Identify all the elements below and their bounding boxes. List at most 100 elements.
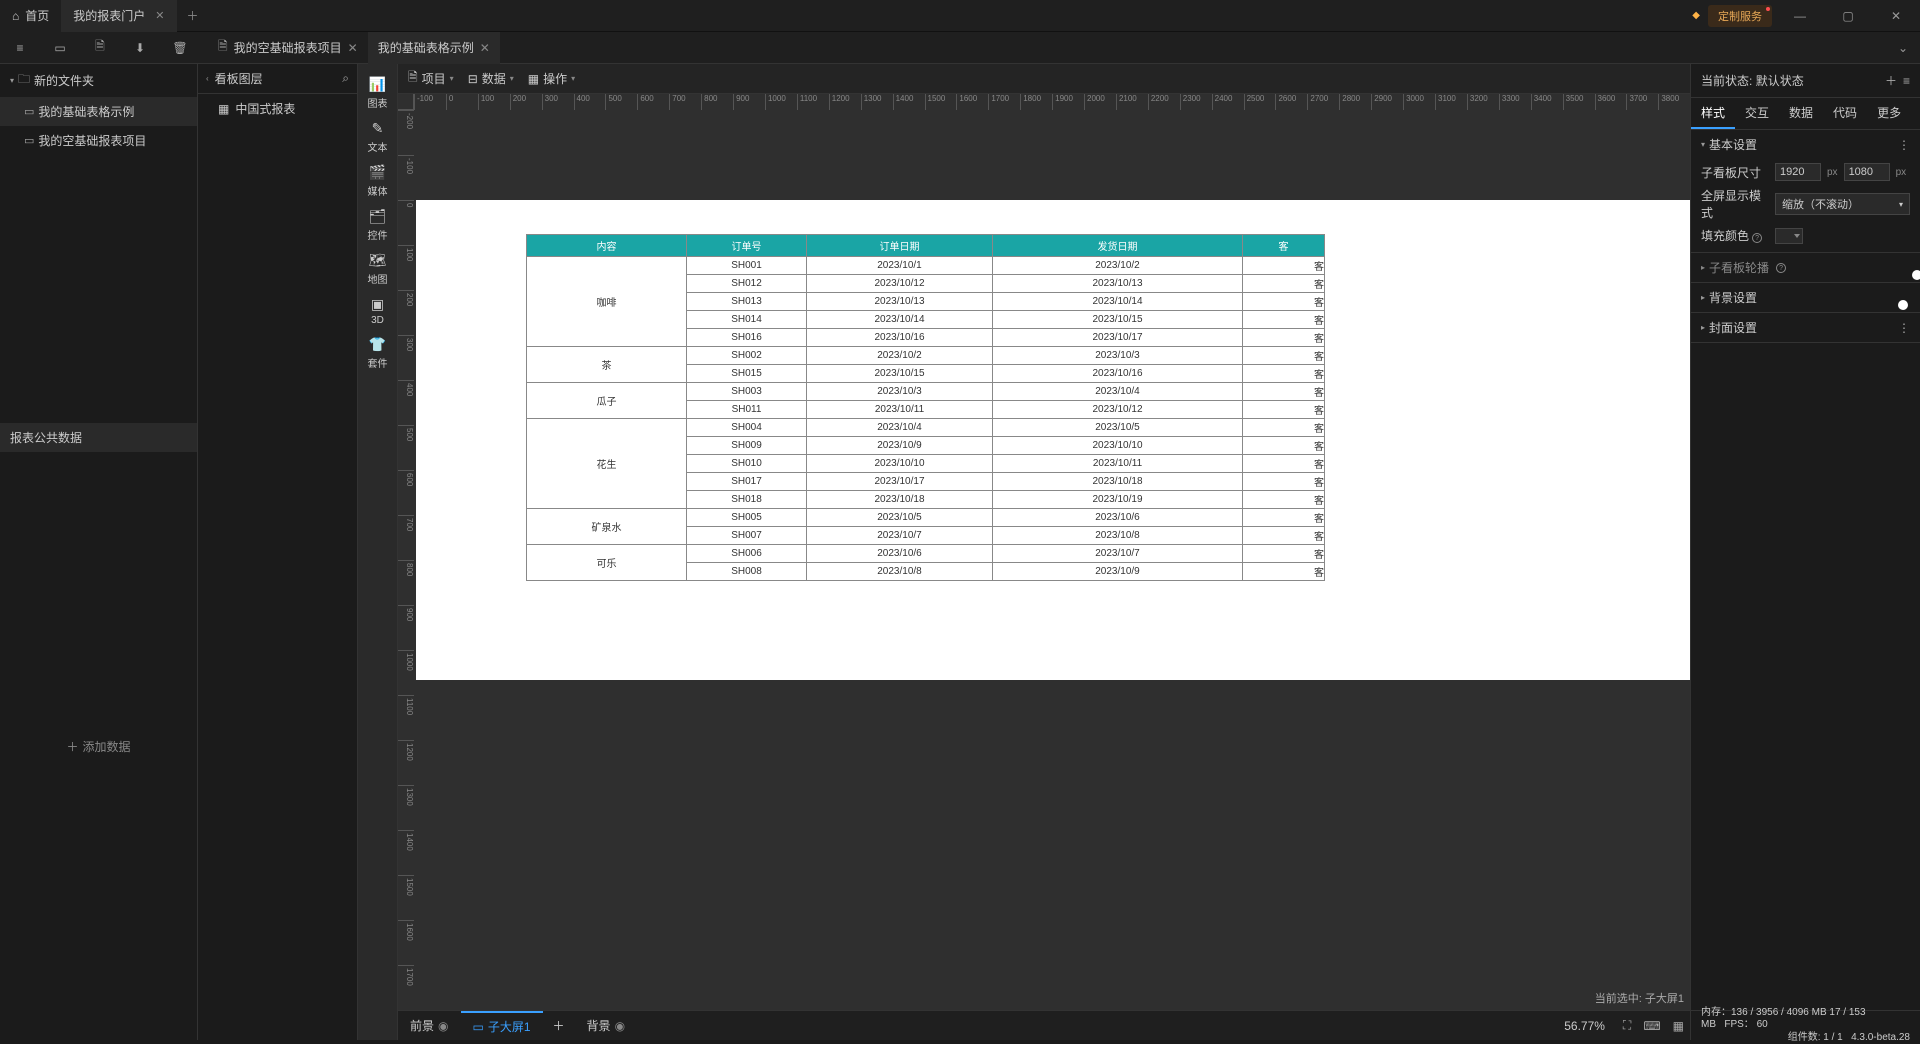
download-button[interactable]: ⬇ bbox=[120, 32, 160, 64]
diamond-icon: ◆ bbox=[1692, 10, 1700, 21]
info-icon[interactable]: ? bbox=[1776, 263, 1786, 273]
tab-style[interactable]: 样式 bbox=[1691, 98, 1735, 129]
ruler-horizontal: -100010020030040050060070080090010001100… bbox=[414, 94, 1690, 110]
file-tab-1[interactable]: 🗎 我的空基础报表项目 ✕ bbox=[208, 32, 368, 64]
ruler-vertical: -200-10001002003004005006007008009001000… bbox=[398, 110, 414, 1010]
ruler-corner bbox=[398, 94, 414, 110]
current-selection: 当前选中: 子大屏1 bbox=[1595, 990, 1684, 1006]
add-screen-button[interactable]: ＋ bbox=[543, 1017, 575, 1034]
state-label: 当前状态: bbox=[1701, 72, 1752, 89]
home-icon: ⌂ bbox=[12, 9, 19, 23]
bottom-tab-foreground[interactable]: 前景 ◉ bbox=[398, 1011, 461, 1041]
tab-interact[interactable]: 交互 bbox=[1735, 98, 1779, 129]
new-tab-button[interactable]: ＋ bbox=[177, 7, 209, 24]
chart-icon: 📊 bbox=[369, 76, 386, 93]
fill-color-swatch[interactable] bbox=[1775, 228, 1803, 244]
add-data-label: 添加数据 bbox=[83, 738, 131, 755]
delete-button[interactable]: 🗑 bbox=[160, 32, 200, 64]
close-window-button[interactable]: ✕ bbox=[1876, 0, 1916, 32]
new-file-button[interactable]: 🗎 bbox=[80, 32, 120, 64]
status-bar: 内存：136 / 3956 / 4096 MB 17 / 153 MB FPS：… bbox=[1691, 1010, 1920, 1040]
minimize-button[interactable]: — bbox=[1780, 0, 1820, 32]
section-cover[interactable]: ▸ 封面设置 ⋮ bbox=[1691, 313, 1920, 342]
section-basic[interactable]: ▾ 基本设置 ⋮ bbox=[1691, 130, 1920, 159]
add-state-button[interactable]: ＋ bbox=[1879, 72, 1903, 89]
fill-label: 填充颜色? bbox=[1701, 227, 1771, 244]
palette-suite[interactable]: 👕套件 bbox=[358, 330, 398, 374]
home-label: 首页 bbox=[25, 7, 49, 24]
width-input[interactable] bbox=[1775, 163, 1821, 181]
data-table[interactable]: 内容订单号订单日期发货日期客咖啡SH0012023/10/12023/10/2客… bbox=[526, 234, 1325, 581]
layer-item-chinese-report[interactable]: ▦ 中国式报表 bbox=[198, 94, 357, 123]
canvas-page[interactable]: 内容订单号订单日期发货日期客咖啡SH0012023/10/12023/10/2客… bbox=[416, 200, 1690, 680]
menu-button[interactable]: ≡ bbox=[0, 32, 40, 64]
tab-home[interactable]: ⌂ 首页 bbox=[0, 0, 61, 32]
palette-text[interactable]: ✎文本 bbox=[358, 114, 398, 158]
folder-label: 新的文件夹 bbox=[34, 72, 94, 89]
eye-icon[interactable]: ◉ bbox=[615, 1019, 625, 1033]
text-icon: ✎ bbox=[372, 120, 384, 137]
section-carousel[interactable]: ▸ 子看板轮播? bbox=[1691, 253, 1920, 282]
sidebar-item-1[interactable]: ▭ 我的基础表格示例 bbox=[0, 97, 197, 126]
more-icon[interactable]: ⋮ bbox=[1898, 321, 1910, 335]
doc-icon: 🗎 bbox=[408, 68, 418, 89]
report-icon: ▦ bbox=[218, 102, 229, 116]
info-icon[interactable]: ? bbox=[1752, 233, 1762, 243]
tab-more[interactable]: 更多 bbox=[1867, 98, 1911, 129]
tab-data[interactable]: 数据 bbox=[1779, 98, 1823, 129]
keyboard-icon[interactable]: ⌨ bbox=[1637, 1019, 1666, 1033]
tab-code[interactable]: 代码 bbox=[1823, 98, 1867, 129]
tab-portal[interactable]: 我的报表门户 ✕ bbox=[61, 0, 176, 32]
canvas[interactable]: -100010020030040050060070080090010001100… bbox=[398, 94, 1690, 1010]
chevron-down-icon: ▾ bbox=[1899, 200, 1903, 209]
menu-data[interactable]: ⊟数据▾ bbox=[468, 70, 514, 87]
folder-root[interactable]: ▾ 🗀 新的文件夹 bbox=[0, 64, 197, 97]
sidebar-item-1-label: 我的基础表格示例 bbox=[38, 103, 134, 120]
close-icon[interactable]: ✕ bbox=[348, 41, 358, 55]
file-icon: ▭ bbox=[24, 105, 34, 118]
grid-icon[interactable]: ▦ bbox=[1667, 1019, 1690, 1033]
close-icon[interactable]: ✕ bbox=[480, 41, 490, 55]
sidebar-item-2[interactable]: ▭ 我的空基础报表项目 bbox=[0, 126, 197, 155]
display-mode-select[interactable]: 缩放（不滚动）▾ bbox=[1775, 193, 1910, 215]
fit-icon[interactable]: ⛶ bbox=[1617, 1018, 1637, 1033]
search-icon[interactable]: ⌕ bbox=[342, 71, 349, 86]
caret-down-icon: ▾ bbox=[1701, 140, 1705, 149]
menu-operation[interactable]: ▦操作▾ bbox=[528, 70, 575, 87]
file-tab-2[interactable]: 我的基础表格示例 ✕ bbox=[368, 32, 500, 64]
caret-right-icon: ▸ bbox=[1701, 293, 1705, 302]
close-icon[interactable]: ✕ bbox=[155, 9, 164, 22]
palette-control[interactable]: 🗂控件 bbox=[358, 202, 398, 246]
file-tab-2-label: 我的基础表格示例 bbox=[378, 39, 474, 56]
grid-icon: ▦ bbox=[528, 72, 539, 86]
menu-project[interactable]: 🗎项目▾ bbox=[408, 68, 454, 89]
custom-service-button[interactable]: 定制服务 bbox=[1708, 5, 1772, 27]
db-icon: ⊟ bbox=[468, 72, 478, 86]
bottom-tab-screen1[interactable]: ▭ 子大屏1 bbox=[461, 1011, 543, 1041]
expand-button[interactable]: ⌄ bbox=[1886, 41, 1920, 55]
public-data-header[interactable]: 报表公共数据 bbox=[0, 423, 197, 452]
map-icon: 🗺 bbox=[369, 252, 387, 269]
open-button[interactable]: ▭ bbox=[40, 32, 80, 64]
state-menu-button[interactable]: ≡ bbox=[1903, 74, 1910, 88]
more-icon[interactable]: ⋮ bbox=[1898, 138, 1910, 152]
portal-label: 我的报表门户 bbox=[73, 7, 145, 24]
zoom-level[interactable]: 56.77% bbox=[1552, 1019, 1617, 1033]
add-data-button[interactable]: ＋ 添加数据 bbox=[0, 452, 197, 1040]
palette-map[interactable]: 🗺地图 bbox=[358, 246, 398, 290]
palette-chart[interactable]: 📊图表 bbox=[358, 70, 398, 114]
media-icon: 🎬 bbox=[369, 164, 386, 181]
plus-icon: ＋ bbox=[66, 738, 78, 755]
eye-icon[interactable]: ◉ bbox=[438, 1019, 448, 1033]
sidebar-item-2-label: 我的空基础报表项目 bbox=[38, 132, 146, 149]
display-label: 全屏显示模式 bbox=[1701, 187, 1771, 221]
bottom-tab-background[interactable]: 背景 ◉ bbox=[575, 1011, 638, 1041]
folder-icon: 🗀 bbox=[18, 70, 30, 91]
height-input[interactable] bbox=[1844, 163, 1890, 181]
section-background[interactable]: ▸ 背景设置 bbox=[1691, 283, 1920, 312]
palette-3d[interactable]: ▣3D bbox=[358, 290, 398, 330]
caret-left-icon[interactable]: ‹ bbox=[206, 74, 209, 83]
suite-icon: 👕 bbox=[369, 336, 386, 353]
palette-media[interactable]: 🎬媒体 bbox=[358, 158, 398, 202]
maximize-button[interactable]: ▢ bbox=[1828, 0, 1868, 32]
